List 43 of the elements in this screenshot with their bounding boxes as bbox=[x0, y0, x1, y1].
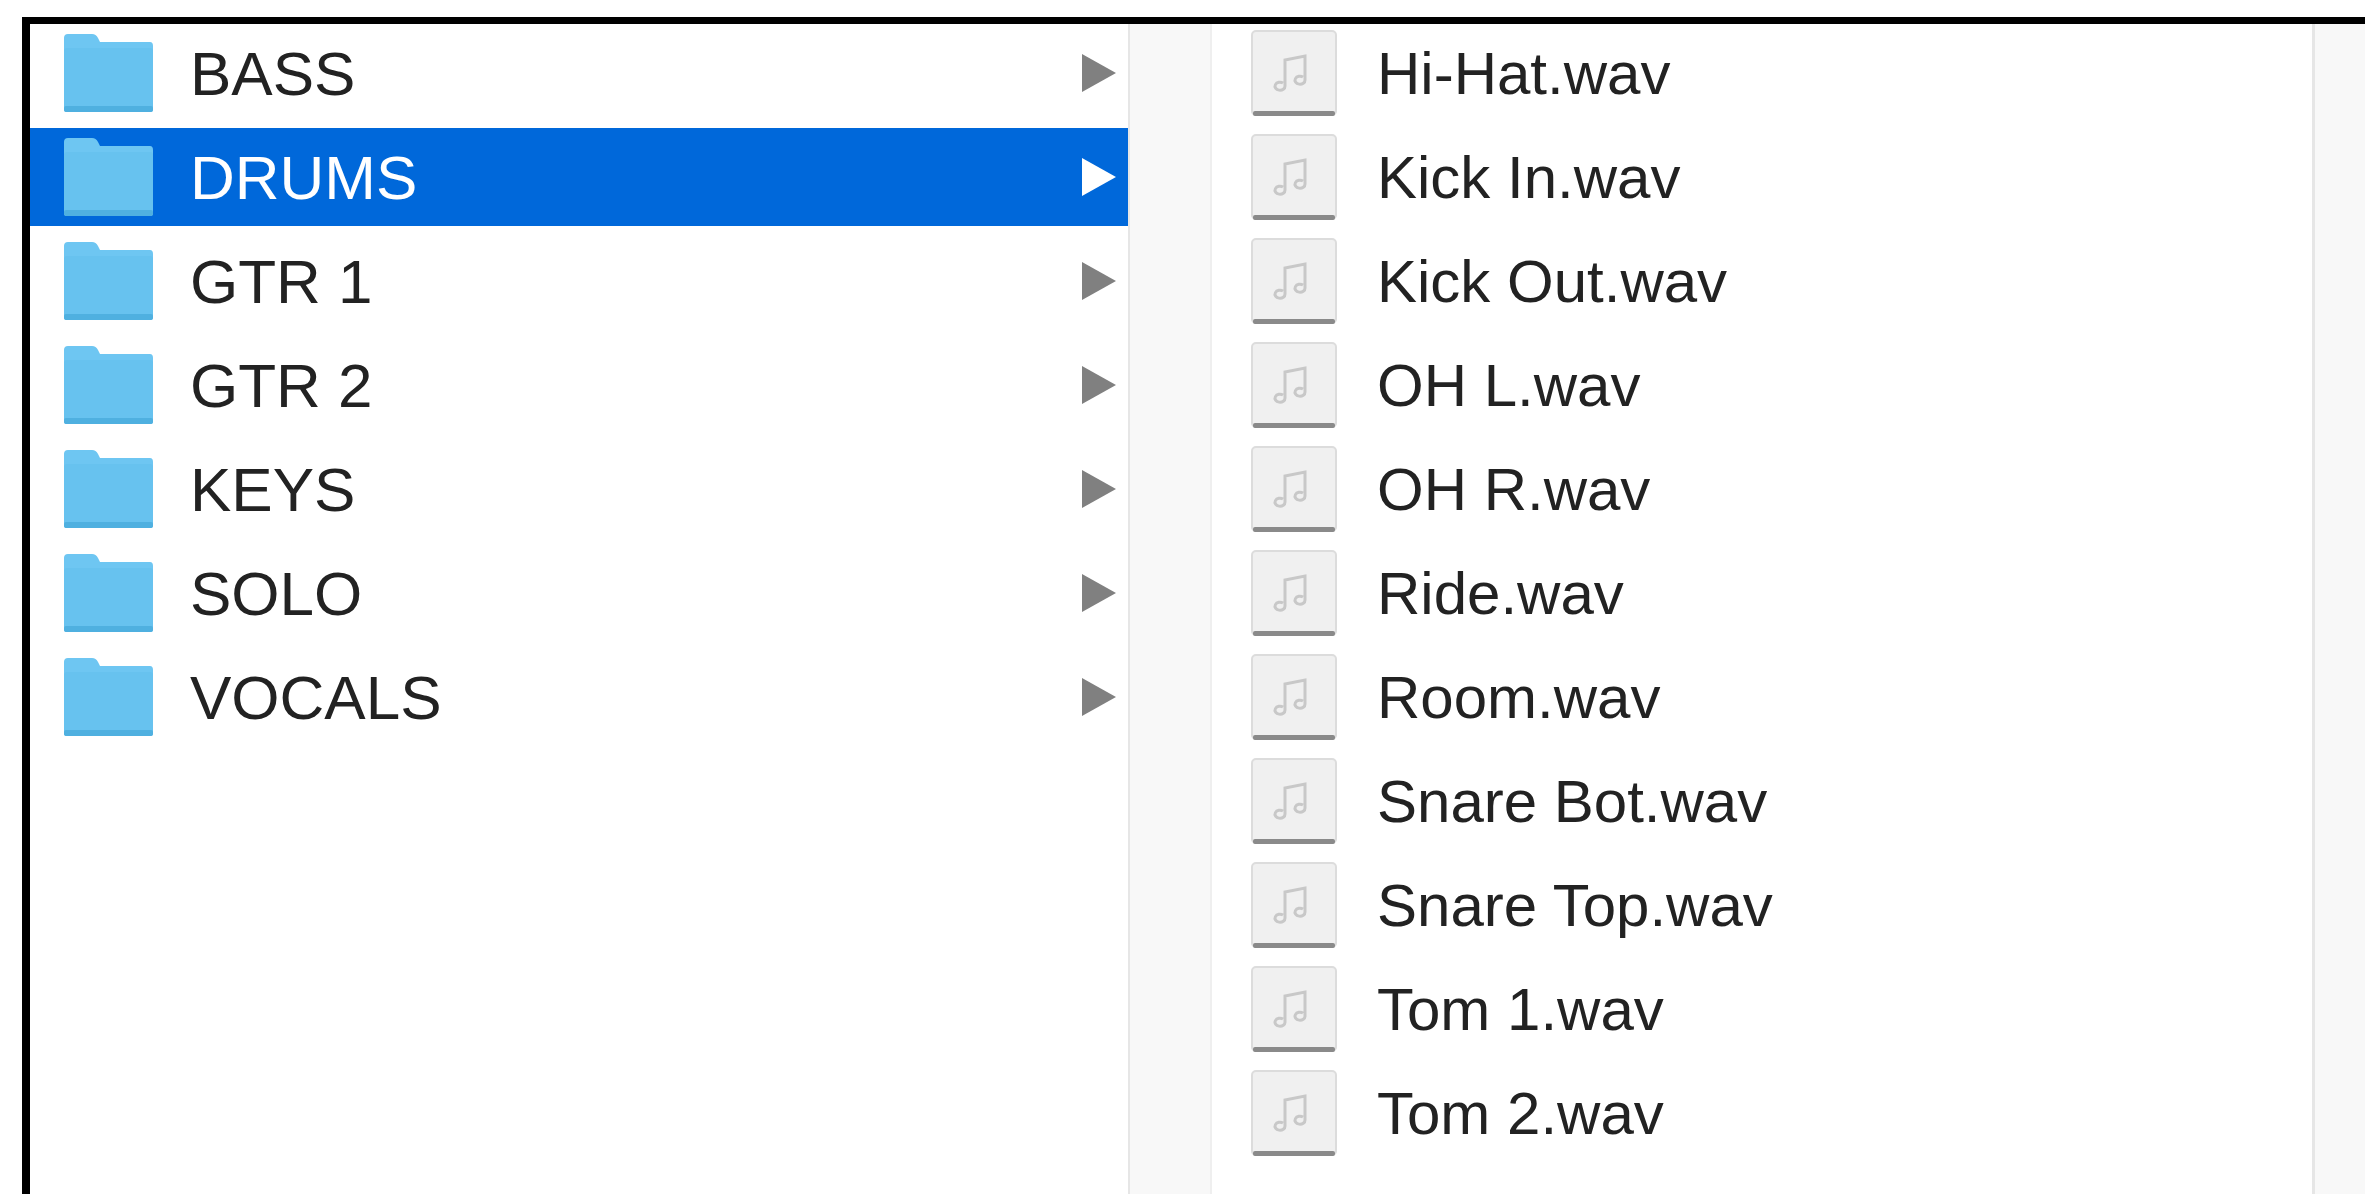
disclosure-arrow-icon[interactable] bbox=[1082, 158, 1116, 196]
disclosure-arrow-icon[interactable] bbox=[1082, 366, 1116, 404]
folder-item[interactable]: SOLO bbox=[30, 544, 1128, 642]
audio-file-icon bbox=[1251, 757, 1337, 845]
file-item[interactable]: Room.wav bbox=[1212, 648, 2312, 746]
file-item[interactable]: Snare Top.wav bbox=[1212, 856, 2312, 954]
folder-icon bbox=[62, 138, 154, 216]
file-item[interactable]: Tom 2.wav bbox=[1212, 1064, 2312, 1162]
disclosure-arrow-icon[interactable] bbox=[1082, 678, 1116, 716]
file-item[interactable]: OH L.wav bbox=[1212, 336, 2312, 434]
audio-file-icon bbox=[1251, 237, 1337, 325]
file-item[interactable]: Tom 1.wav bbox=[1212, 960, 2312, 1058]
audio-file-icon bbox=[1251, 861, 1337, 949]
audio-file-icon bbox=[1251, 341, 1337, 429]
file-item[interactable]: Kick In.wav bbox=[1212, 128, 2312, 226]
file-item[interactable]: Kick Out.wav bbox=[1212, 232, 2312, 330]
folder-item[interactable]: GTR 1 bbox=[30, 232, 1128, 330]
audio-file-icon bbox=[1251, 29, 1337, 117]
folder-icon bbox=[62, 554, 154, 632]
audio-file-icon bbox=[1251, 653, 1337, 741]
folder-item[interactable]: GTR 2 bbox=[30, 336, 1128, 434]
folder-icon bbox=[62, 346, 154, 424]
audio-file-icon bbox=[1251, 1069, 1337, 1157]
audio-file-icon bbox=[1251, 965, 1337, 1053]
disclosure-arrow-icon[interactable] bbox=[1082, 54, 1116, 92]
file-item[interactable]: OH R.wav bbox=[1212, 440, 2312, 538]
file-item[interactable]: Hi-Hat.wav bbox=[1212, 24, 2312, 122]
audio-file-icon bbox=[1251, 133, 1337, 221]
folder-icon bbox=[62, 242, 154, 320]
folder-icon bbox=[62, 34, 154, 112]
audio-file-icon bbox=[1251, 549, 1337, 637]
folder-item[interactable]: VOCALS bbox=[30, 648, 1128, 746]
audio-file-icon bbox=[1251, 445, 1337, 533]
disclosure-arrow-icon[interactable] bbox=[1082, 470, 1116, 508]
folder-icon bbox=[62, 658, 154, 736]
file-item[interactable]: Snare Bot.wav bbox=[1212, 752, 2312, 850]
file-item[interactable]: Ride.wav bbox=[1212, 544, 2312, 642]
folder-item[interactable]: KEYS bbox=[30, 440, 1128, 538]
folder-item[interactable]: BASS bbox=[30, 24, 1128, 122]
disclosure-arrow-icon[interactable] bbox=[1082, 574, 1116, 612]
disclosure-arrow-icon[interactable] bbox=[1082, 262, 1116, 300]
folder-icon bbox=[62, 450, 154, 528]
folder-item[interactable]: DRUMS bbox=[30, 128, 1128, 226]
